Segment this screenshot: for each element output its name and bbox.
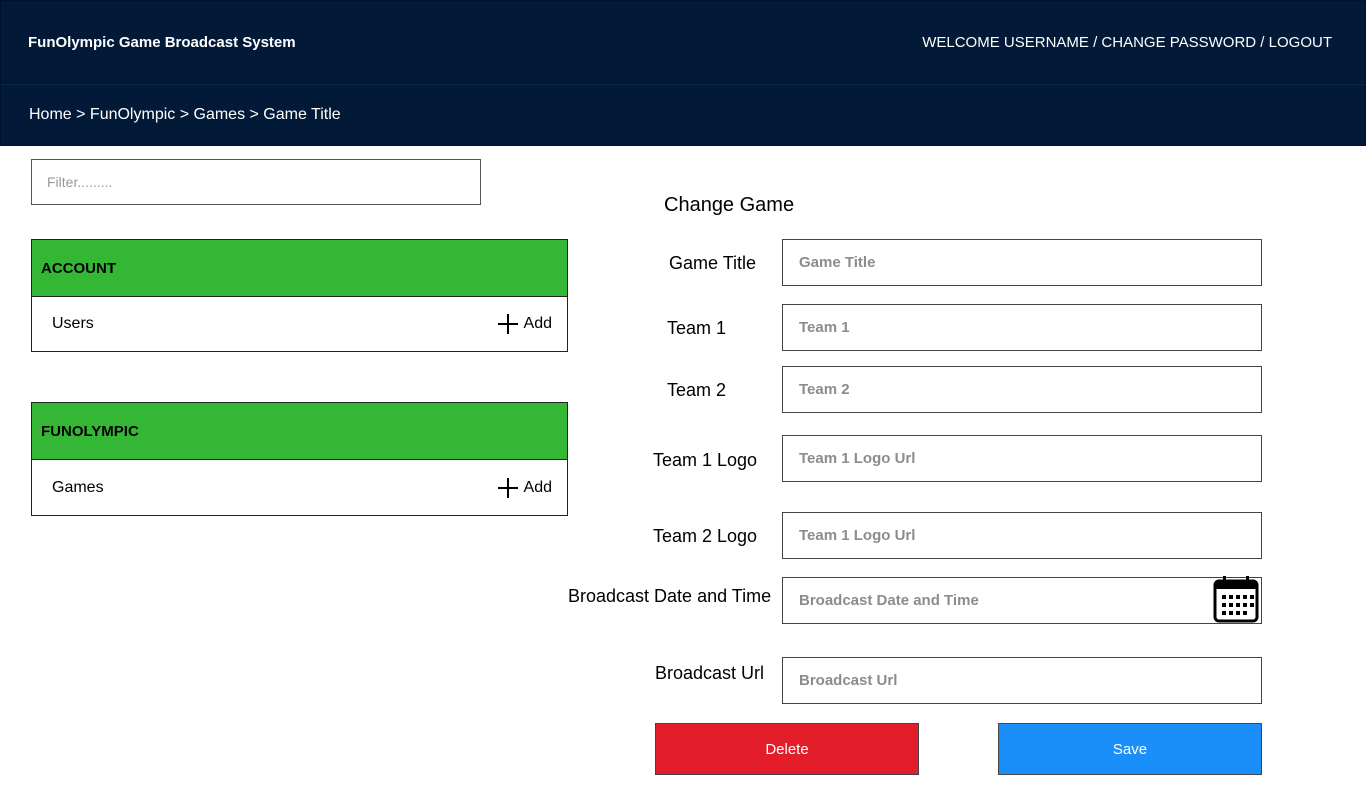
team2-field[interactable]	[782, 366, 1262, 413]
funolympic-panel: FUNOLYMPIC Games Add	[31, 402, 568, 516]
team1-logo-field[interactable]	[782, 435, 1262, 482]
broadcast-url-label: Broadcast Url	[655, 663, 765, 683]
app-title: FunOlympic Game Broadcast System	[28, 34, 296, 51]
breadcrumb-bar: Home > FunOlympic > Games > Game Title	[0, 84, 1366, 146]
account-panel: ACCOUNT Users Add	[31, 239, 568, 352]
broadcast-url-field[interactable]	[782, 657, 1262, 704]
top-bar: FunOlympic Game Broadcast System WELCOME…	[0, 0, 1366, 84]
sidebar-item-label[interactable]: Games	[52, 479, 104, 497]
team2-logo-label: Team 2 Logo	[653, 526, 758, 546]
save-button[interactable]: Save	[998, 723, 1262, 775]
sidebar-item-users[interactable]: Users Add	[32, 297, 567, 351]
broadcast-datetime-field[interactable]	[782, 577, 1262, 624]
add-label: Add	[523, 478, 552, 496]
add-user-button[interactable]: Add	[497, 314, 552, 334]
team2-label: Team 2	[667, 380, 727, 400]
broadcast-datetime-label: Broadcast Date and Time	[568, 586, 772, 606]
team2-logo-field[interactable]	[782, 512, 1262, 559]
breadcrumb[interactable]: Home > FunOlympic > Games > Game Title	[29, 106, 341, 124]
team1-label: Team 1	[667, 318, 727, 338]
plus-icon	[497, 477, 518, 498]
form-title: Change Game	[664, 194, 795, 216]
account-section-header: ACCOUNT	[32, 240, 567, 297]
team1-field[interactable]	[782, 304, 1262, 351]
calendar-icon[interactable]	[1213, 575, 1259, 623]
add-label: Add	[523, 315, 552, 332]
game-title-field[interactable]	[782, 239, 1262, 286]
funolympic-section-header: FUNOLYMPIC	[32, 403, 567, 460]
sidebar-item-label[interactable]: Users	[52, 315, 94, 333]
game-title-label: Game Title	[669, 253, 757, 273]
filter-input[interactable]	[31, 159, 481, 205]
add-game-button[interactable]: Add	[497, 477, 552, 498]
team1-logo-label: Team 1 Logo	[653, 450, 758, 470]
delete-button[interactable]: Delete	[655, 723, 919, 775]
sidebar-item-games[interactable]: Games Add	[32, 460, 567, 515]
plus-icon	[497, 314, 518, 334]
user-links[interactable]: WELCOME USERNAME / CHANGE PASSWORD / LOG…	[922, 34, 1332, 51]
